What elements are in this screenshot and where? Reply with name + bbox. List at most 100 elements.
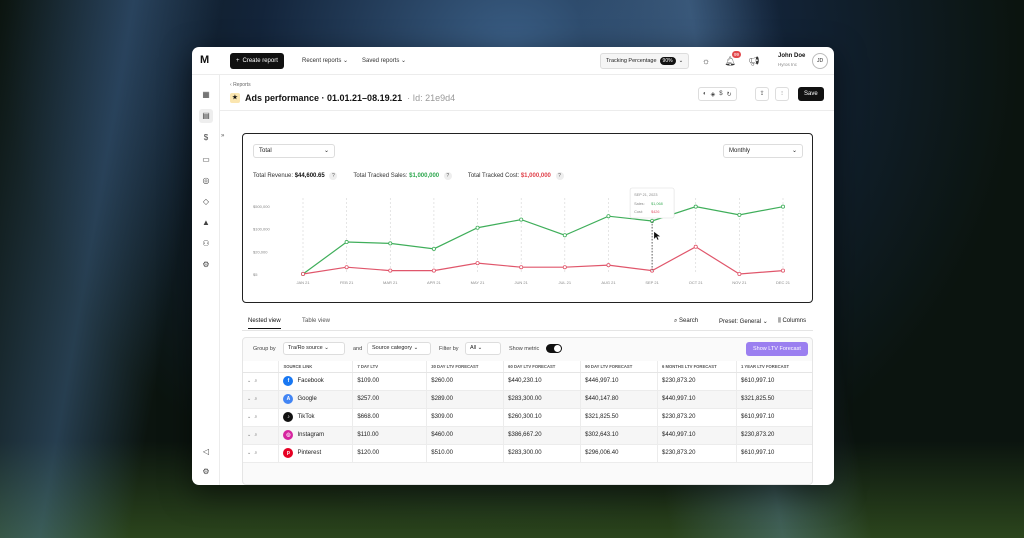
col-6-month-ltv[interactable]: 6 MONTHS LTV FORECAST [657,361,737,373]
data-point-sales[interactable] [475,225,480,230]
chevrons-right-icon[interactable]: » [221,133,224,139]
chevron-down-icon[interactable]: ⌄ [247,396,251,402]
data-point-cost[interactable] [519,265,524,270]
reports-icon[interactable]: ▤ [199,109,213,123]
refresh-icon[interactable]: ↻ [727,91,732,98]
tab-nested-view[interactable]: Nested view [248,318,281,329]
search-icon[interactable]: ⌕ [255,432,258,438]
value-cell: $440,147.80 [580,390,659,409]
dollar-icon[interactable]: $ [199,131,213,145]
col-source-link[interactable]: SOURCE LINK [278,361,354,373]
preset-select[interactable]: Preset: General ⌄ [719,318,768,325]
help-icon[interactable]: ? [329,172,338,180]
table-row[interactable]: ⌄ ⌕ ♪ TikTok $668.00 $309.00 $260,300.10 $321,… [243,408,812,427]
breadcrumb[interactable]: ‹ Reports [230,82,251,88]
revenue-value: $44,600.65 [294,173,325,179]
share-icon[interactable]: ⇪ [755,87,769,101]
source-name: Pinterest [297,450,322,456]
search-label: Search [679,318,699,324]
data-point-cost[interactable] [388,268,393,273]
layers-icon[interactable]: ◈ [711,91,716,98]
pinterest-icon: p [283,448,294,458]
tab-table-view[interactable]: Table view [302,318,330,324]
data-point-cost[interactable] [431,268,436,273]
view-tabs: Nested view Table view ⌕ Search Preset: … [242,315,813,331]
help-icon[interactable]: ? [555,172,564,180]
period-select[interactable]: Monthly ⌄ [723,144,803,158]
data-point-cost[interactable] [693,244,698,249]
table-row[interactable]: ⌄ ⌕ A Google $257.00 $289.00 $283,300.00 $440,… [243,390,812,409]
col-90-day-ltv[interactable]: 90 DAY LTV FORECAST [580,361,659,373]
filter-by-select[interactable]: All ⌄ [465,342,501,355]
search-icon[interactable]: ⌕ [255,396,258,402]
data-point-cost[interactable] [475,261,480,266]
search-icon[interactable]: ⌕ [255,414,258,420]
avatar[interactable]: JD [812,53,828,69]
x-tick-label: FEB 21 [340,280,354,285]
data-point-sales[interactable] [519,217,524,222]
group-by-select[interactable]: Tra/Ro source ⌄ [283,342,345,355]
data-point-sales[interactable] [693,204,698,209]
target-icon[interactable]: ◎ [199,174,213,188]
graduation-cap-icon[interactable]: ▲ [199,216,213,230]
data-point-cost[interactable] [344,265,349,270]
line-chart[interactable]: $500,000 $100,000 $20,000 $5 JAN 21 FEB 21 MAR… [243,186,814,302]
data-point-cost[interactable] [781,268,786,273]
data-point-cost[interactable] [737,272,742,277]
settings-icon[interactable]: ⚙ [199,258,213,272]
data-point-sales[interactable] [781,204,786,209]
y-tick-label: $500,000 [253,204,270,209]
search-icon[interactable]: ⌕ [255,450,258,456]
source-category-select[interactable]: Source category ⌄ [367,342,431,355]
data-point-sales[interactable] [388,241,393,246]
chevron-down-icon[interactable]: ⌄ [247,414,251,420]
show-metric-toggle[interactable] [546,344,562,353]
table-row[interactable]: ⌄ ⌕ p Pinterest $120.00 $510.00 $283,300.00 $2… [243,444,812,463]
megaphone-icon[interactable]: 📢︎ [748,55,760,67]
app-logo[interactable]: M [200,54,214,68]
users-icon[interactable]: ⚇ [199,237,213,251]
data-point-cost[interactable] [562,265,567,270]
chart-icon[interactable]: ◐ [703,91,707,97]
col-1-year-ltv[interactable]: 1 YEAR LTV FORECAST [736,361,812,373]
saved-reports-menu[interactable]: Saved reports ⌄ [362,57,406,64]
data-point-sales[interactable] [431,246,436,251]
tag-icon[interactable]: ◇ [199,195,213,209]
currency-icon[interactable]: $ [719,91,722,97]
tracking-percentage-select[interactable]: Tracking Percentage 90% ⌄ [600,53,690,69]
table-row[interactable]: ⌄ ⌕ ◎ Instagram $110.00 $460.00 $386,667.20 $3… [243,426,812,445]
chevron-down-icon[interactable]: ⌄ [247,432,251,438]
group-select[interactable]: Total ⌄ [253,144,335,158]
search-button[interactable]: ⌕ Search [674,318,698,325]
table-row[interactable]: ⌄ ⌕ f Facebook $109.00 $260.00 $440,230.10 $44… [243,372,812,391]
gear-icon[interactable]: ⚙ [199,465,213,479]
col-60-day-ltv[interactable]: 60 DAY LTV FORECAST [503,361,582,373]
data-point-cost[interactable] [606,263,611,268]
chevron-down-icon[interactable]: ⌄ [247,378,251,384]
columns-label: Columns [782,318,807,324]
filter-by-label: Filter by [439,346,459,352]
filter-icon[interactable]: ⫶ [775,87,789,101]
data-point-sales[interactable] [606,214,611,219]
recent-reports-menu[interactable]: Recent reports ⌄ [302,57,348,64]
data-point-sales[interactable] [344,240,349,245]
search-icon[interactable]: ⌕ [255,378,258,384]
create-report-button[interactable]: + Create report [230,53,284,69]
announcement-icon[interactable]: ◁ [199,445,213,459]
y-tick-label: $5 [253,272,258,277]
help-icon[interactable]: ? [443,172,452,180]
sun-icon[interactable]: ☼ [700,55,712,67]
col-30-day-ltv[interactable]: 30 DAY LTV FORECAST [426,361,505,373]
data-point-sales[interactable] [562,233,567,238]
data-point-cost[interactable] [301,272,306,277]
dashboard-icon[interactable]: ▦ [199,88,213,102]
save-button[interactable]: Save [798,87,824,101]
instagram-icon: ◎ [283,430,294,440]
inbox-icon[interactable]: ▭ [199,153,213,167]
columns-button[interactable]: ⫼ Columns [778,318,806,325]
data-point-sales[interactable] [737,212,742,217]
show-ltv-forecast-button[interactable]: Show LTV Forecast [746,342,808,356]
chevron-down-icon[interactable]: ⌄ [247,450,251,456]
col-7-day-ltv[interactable]: 7 DAY LTV [352,361,428,373]
chevron-down-icon: ⌄ [477,345,483,351]
